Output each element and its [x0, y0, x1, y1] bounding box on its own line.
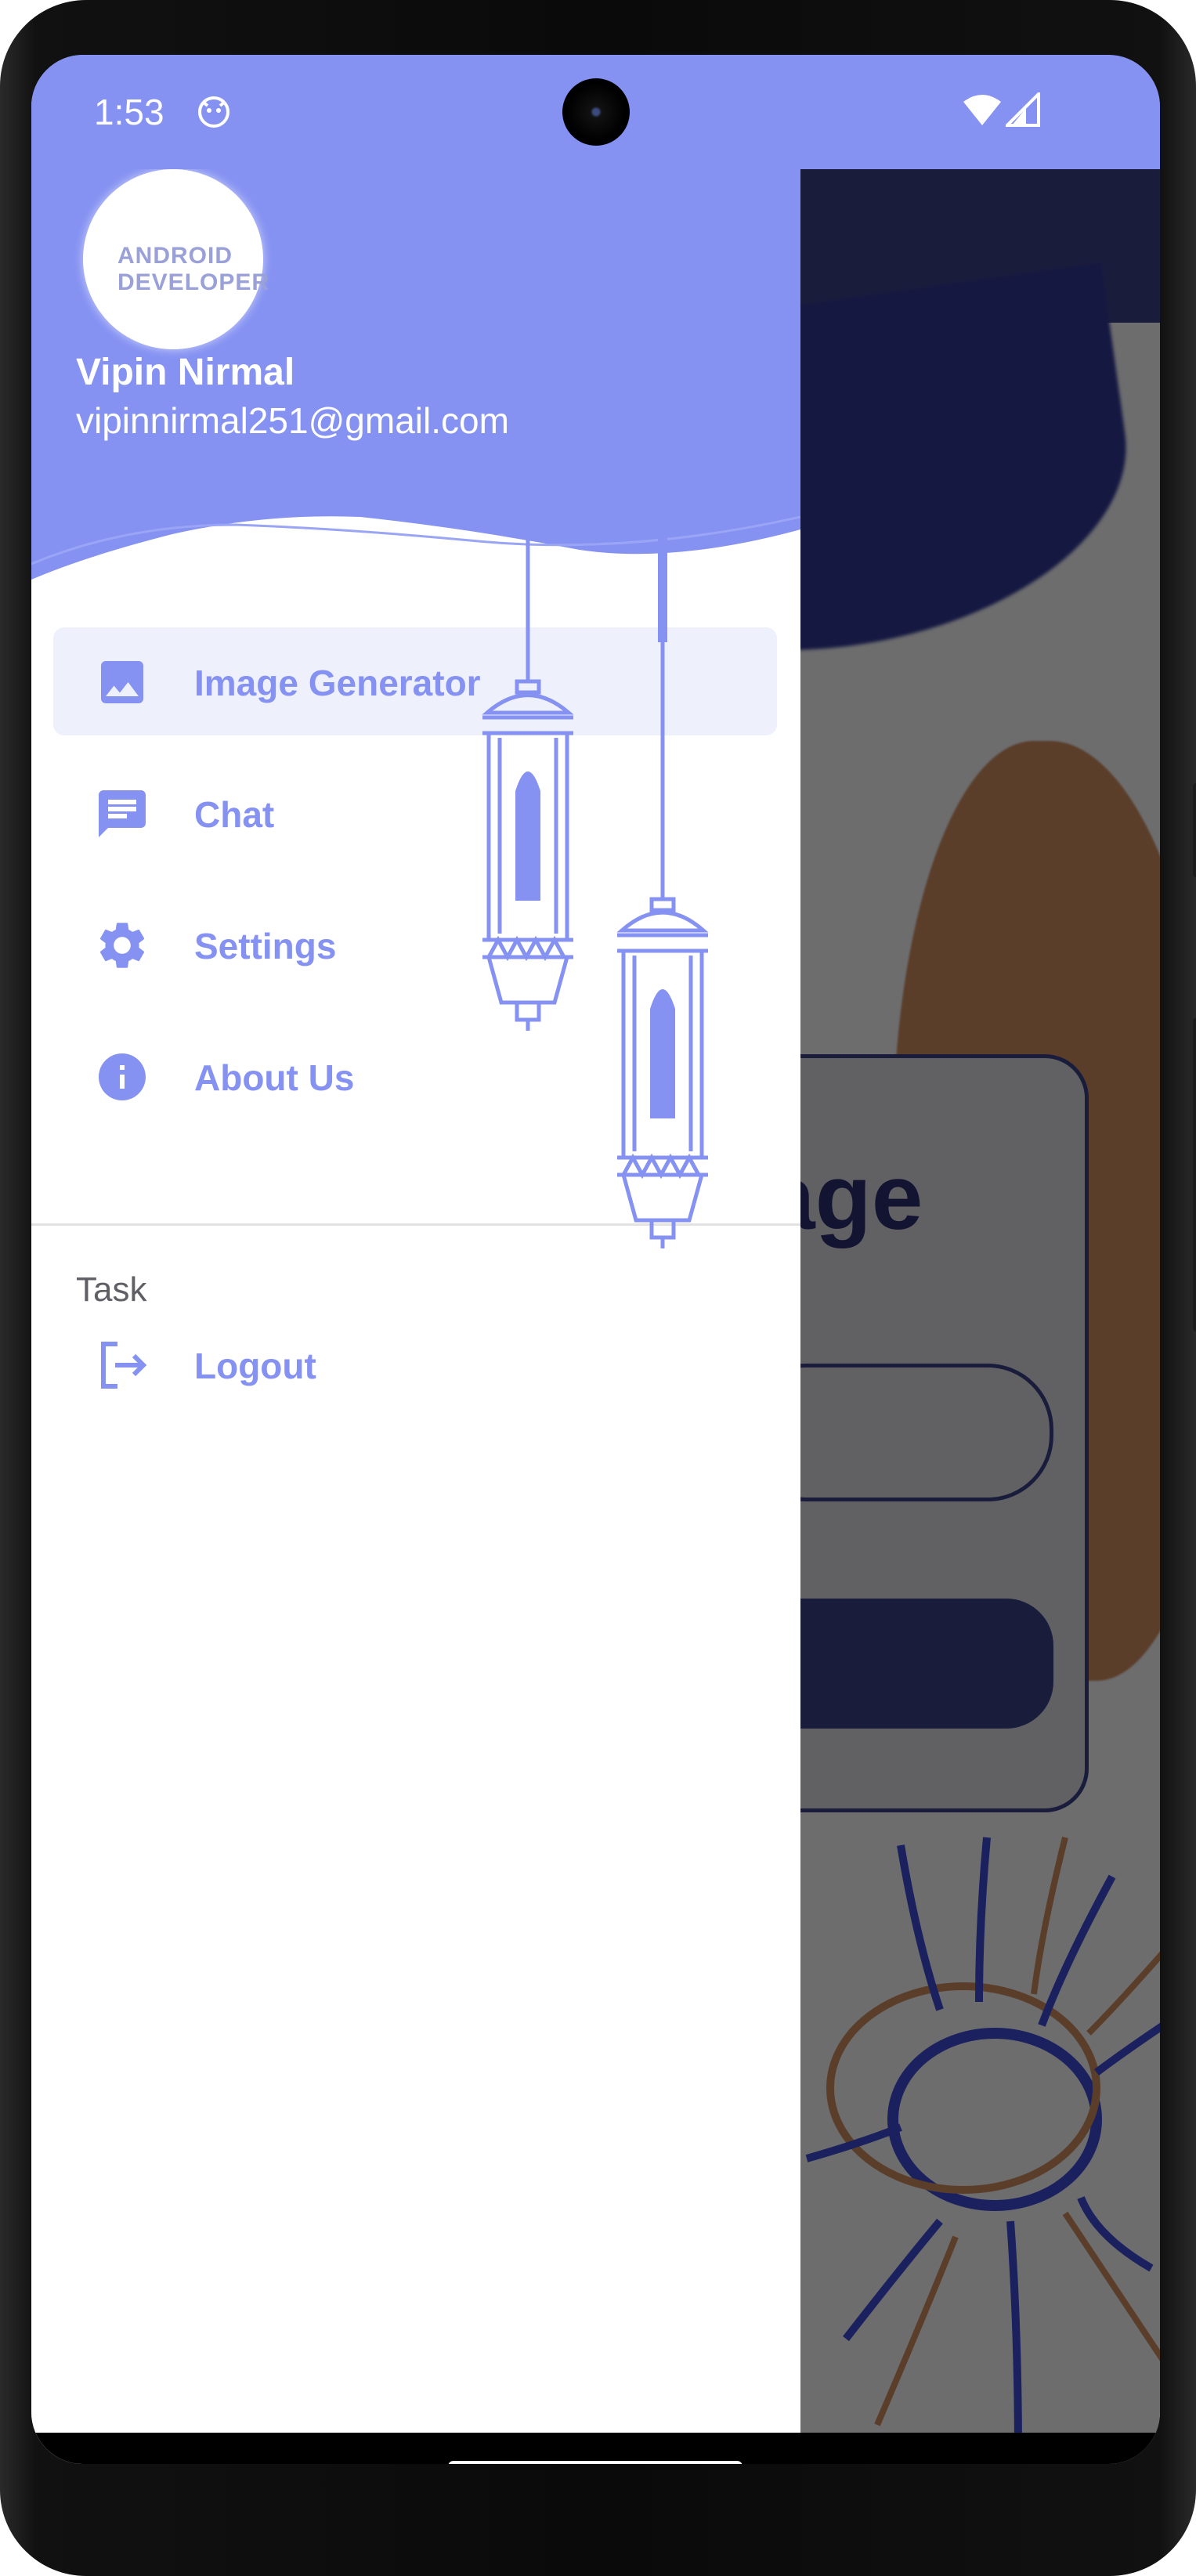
screen: 1:53 ANDROID DEVELOPER Vipin Nirmal vipi…: [31, 55, 1160, 2464]
image-icon: [101, 661, 143, 703]
front-camera: [562, 78, 630, 146]
lanterns-decoration-icon: [482, 533, 709, 1248]
menu-item-label: Image Generator: [194, 663, 481, 703]
menu-item-label: About Us: [194, 1057, 355, 1098]
menu-item-label: Settings: [194, 926, 337, 966]
power-button: [1193, 783, 1196, 877]
status-bar: 1:53: [31, 55, 1160, 169]
home-gesture-handle[interactable]: [448, 2461, 743, 2464]
gear-icon: [99, 923, 145, 968]
user-name: Vipin Nirmal: [76, 352, 295, 393]
volume-button: [1193, 1018, 1196, 1331]
user-email: vipinnirmal251@gmail.com: [76, 400, 509, 441]
notification-app-icon: [198, 96, 229, 128]
chat-icon: [99, 790, 146, 837]
wifi-icon: [963, 95, 1001, 125]
cellular-signal-icon: [1006, 92, 1040, 127]
navigation-drawer: ANDROID DEVELOPER Vipin Nirmal vipinnirm…: [31, 55, 800, 2464]
phone-frame: 1:53 ANDROID DEVELOPER Vipin Nirmal vipi…: [0, 0, 1196, 2576]
menu-item-label: Logout: [194, 1346, 316, 1386]
status-time: 1:53: [94, 92, 164, 132]
section-title-task: Task: [76, 1270, 147, 1309]
info-icon: [99, 1053, 146, 1100]
avatar-logo-text: ANDROID DEVELOPER: [117, 243, 270, 295]
avatar[interactable]: ANDROID DEVELOPER: [83, 169, 269, 349]
menu-item-label: Chat: [194, 794, 275, 835]
logout-icon: [101, 1342, 147, 1389]
system-nav-bar: [31, 2433, 1160, 2464]
menu-item-logout[interactable]: Logout: [53, 1310, 777, 1418]
